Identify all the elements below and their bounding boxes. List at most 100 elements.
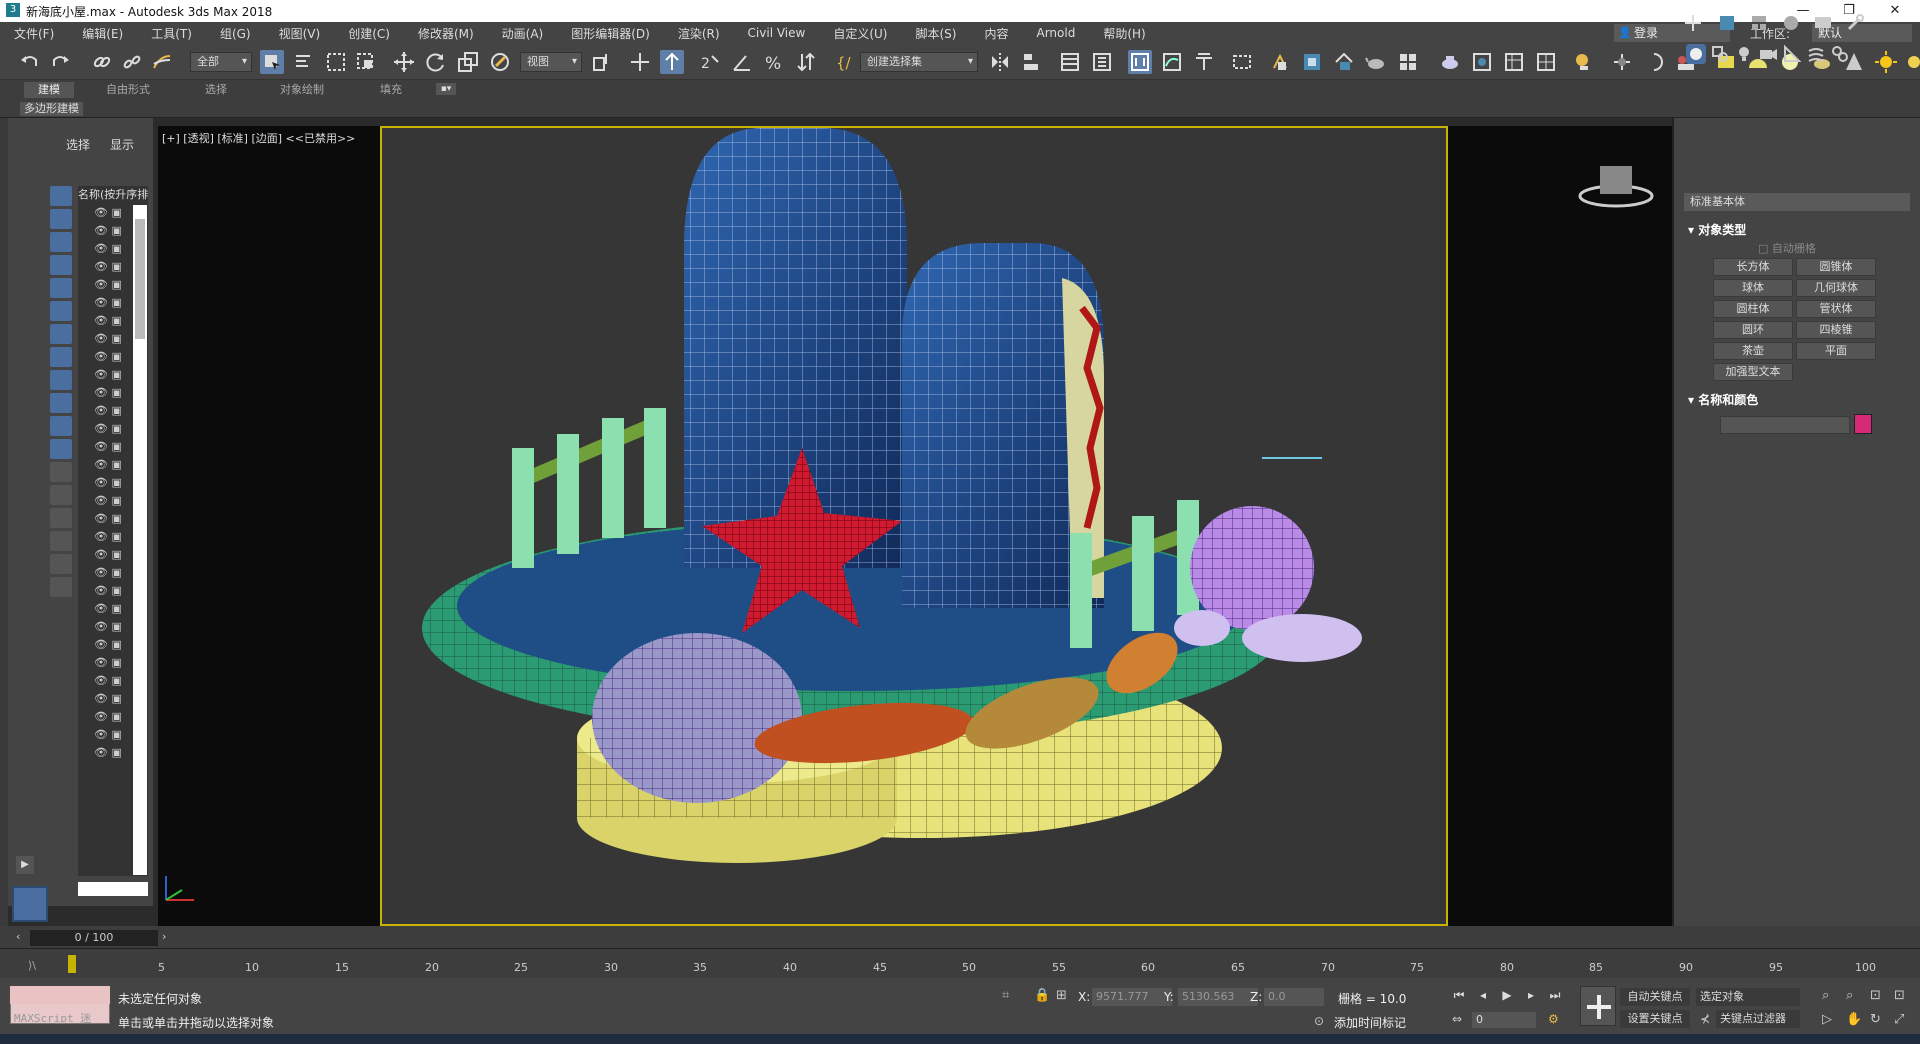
scene-filter-icon[interactable]: [50, 301, 72, 321]
spinner-snap-icon[interactable]: [794, 50, 818, 74]
visibility-eye-icon[interactable]: 👁: [94, 602, 108, 615]
scene-filter-icon[interactable]: [50, 232, 72, 252]
scene-filter-icon[interactable]: [50, 554, 72, 574]
select-by-name-icon[interactable]: [292, 50, 316, 74]
polygon-modeling-label[interactable]: 多边形建模: [20, 102, 83, 116]
scene-filter-icon[interactable]: [50, 278, 72, 298]
display-tab-icon[interactable]: [1812, 12, 1834, 34]
visibility-eye-icon[interactable]: 👁: [94, 746, 108, 759]
scene-filter-icon[interactable]: [50, 577, 72, 597]
select-manipulate-icon[interactable]: [628, 50, 652, 74]
selected-object-dropdown[interactable]: 选定对象: [1696, 988, 1800, 1006]
set-key-button[interactable]: [1580, 986, 1616, 1026]
time-slider[interactable]: 0 / 100: [30, 930, 158, 946]
move-icon[interactable]: [392, 50, 416, 74]
render-iterative-icon[interactable]: [1332, 50, 1356, 74]
visibility-eye-icon[interactable]: 👁: [94, 728, 108, 741]
ribbon-options-icon[interactable]: ▪▾: [436, 83, 456, 95]
teapot-button[interactable]: 茶壶: [1713, 342, 1793, 360]
arnold-render-icon[interactable]: [1438, 50, 1462, 74]
layer-explorer-icon[interactable]: [1058, 50, 1082, 74]
create-tab-plus-icon[interactable]: [1682, 12, 1704, 34]
schematic-view-icon[interactable]: [1160, 50, 1184, 74]
viewport-label[interactable]: [+] [透视] [标准] [边面] <<已禁用>>: [162, 130, 355, 146]
align-icon[interactable]: [1020, 50, 1044, 74]
visibility-eye-icon[interactable]: 👁: [94, 440, 108, 453]
menu-help[interactable]: 帮助(H): [1089, 25, 1159, 42]
auto-key-button[interactable]: 自动关键点: [1620, 988, 1690, 1006]
name-color-rollout[interactable]: ▾ 名称和颜色: [1688, 391, 1758, 408]
ribbon-tab-freeform[interactable]: 自由形式: [106, 82, 150, 98]
viewport-layout-icon[interactable]: [12, 886, 48, 922]
selection-lock-icon[interactable]: 🔒: [1034, 988, 1050, 1003]
scene-list-scrollbar[interactable]: [133, 205, 147, 875]
visibility-eye-icon[interactable]: 👁: [94, 566, 108, 579]
scene-filter-icon[interactable]: [50, 209, 72, 229]
visibility-eye-icon[interactable]: 👁: [94, 674, 108, 687]
go-to-start-icon[interactable]: ⏮: [1450, 988, 1468, 1006]
menu-create[interactable]: 创建(C): [334, 25, 404, 42]
bind-space-warp-icon[interactable]: [150, 50, 174, 74]
ribbon-tab-object-paint[interactable]: 对象绘制: [280, 82, 324, 98]
plane-button[interactable]: 平面: [1796, 342, 1876, 360]
zoom-icon[interactable]: ⌕: [1822, 988, 1829, 1003]
pivot-center-icon[interactable]: [590, 50, 614, 74]
visibility-eye-icon[interactable]: 👁: [94, 476, 108, 489]
rectangular-selection-icon[interactable]: [324, 50, 348, 74]
primitive-type-dropdown[interactable]: 标准基本体: [1684, 193, 1910, 211]
next-frame-icon[interactable]: ▸: [1522, 988, 1540, 1006]
visibility-eye-icon[interactable]: 👁: [94, 386, 108, 399]
menu-group[interactable]: 组(G): [206, 25, 265, 42]
keyboard-shortcut-toggle-icon[interactable]: [660, 50, 684, 74]
redo-icon[interactable]: [48, 50, 72, 74]
lights-category-icon[interactable]: [1734, 44, 1754, 64]
visibility-eye-icon[interactable]: 👁: [94, 350, 108, 363]
column-header-name[interactable]: 名称(按升序排: [78, 186, 152, 202]
render-active-shade-icon[interactable]: [1396, 50, 1420, 74]
material-editor-icon[interactable]: [1192, 50, 1216, 74]
y-coordinate-field[interactable]: 5130.563: [1178, 988, 1258, 1006]
visibility-eye-icon[interactable]: 👁: [94, 206, 108, 219]
menu-animation[interactable]: 动画(A): [488, 25, 558, 42]
undo-icon[interactable]: [18, 50, 42, 74]
space-warps-category-icon[interactable]: [1806, 44, 1826, 64]
track-bar[interactable]: ⟩\ 5 10 15 20 25 30 35 40 45 50 55 60 65…: [0, 948, 1920, 978]
hierarchy-tab-icon[interactable]: [1748, 12, 1770, 34]
selection-filter-dropdown[interactable]: 全部: [190, 52, 252, 72]
scene-tab-display[interactable]: 显示: [110, 136, 134, 153]
visibility-eye-icon[interactable]: 👁: [94, 422, 108, 435]
scene-filter-icon[interactable]: [50, 186, 72, 206]
motion-tab-icon[interactable]: [1780, 12, 1802, 34]
frame-marker[interactable]: [68, 955, 76, 973]
scene-filter-icon[interactable]: [50, 508, 72, 528]
scene-filter-icon[interactable]: [50, 439, 72, 459]
zoom-all-icon[interactable]: ⌕: [1846, 988, 1853, 1003]
go-to-end-icon[interactable]: ⏭: [1546, 988, 1564, 1006]
visibility-eye-icon[interactable]: 👁: [94, 368, 108, 381]
zoom-extents-all-icon[interactable]: ⊡: [1894, 988, 1905, 1003]
systems-category-icon[interactable]: [1830, 44, 1850, 64]
visibility-eye-icon[interactable]: 👁: [94, 404, 108, 417]
select-object-icon[interactable]: [260, 50, 284, 74]
expand-panel-icon[interactable]: ▶: [16, 856, 34, 874]
render-teapot-icon[interactable]: [1364, 50, 1388, 74]
x-coordinate-field[interactable]: 9571.777: [1092, 988, 1172, 1006]
scene-filter-icon[interactable]: [50, 324, 72, 344]
percent-snap-icon[interactable]: %: [762, 50, 786, 74]
sphere-button[interactable]: 球体: [1713, 279, 1793, 297]
box-button[interactable]: 长方体: [1713, 258, 1793, 276]
menu-file[interactable]: 文件(F): [0, 25, 68, 42]
render-grid-icon[interactable]: [1534, 50, 1558, 74]
mirror-icon[interactable]: [988, 50, 1012, 74]
coordinate-system-dropdown[interactable]: 视图: [520, 52, 582, 72]
ribbon-tab-selection[interactable]: 选择: [205, 82, 227, 98]
maxscript-mini-listener[interactable]: [10, 986, 110, 1004]
geometry-category-icon[interactable]: [1686, 44, 1706, 64]
viewcube-icon[interactable]: [1576, 156, 1656, 212]
angle-snap-icon[interactable]: [730, 50, 754, 74]
menu-view[interactable]: 视图(V): [265, 25, 335, 42]
rotate-icon[interactable]: [424, 50, 448, 74]
scene-tab-select[interactable]: 选择: [66, 136, 90, 153]
menu-content[interactable]: 内容: [970, 25, 1022, 42]
object-type-rollout[interactable]: ▾ 对象类型: [1688, 221, 1746, 238]
